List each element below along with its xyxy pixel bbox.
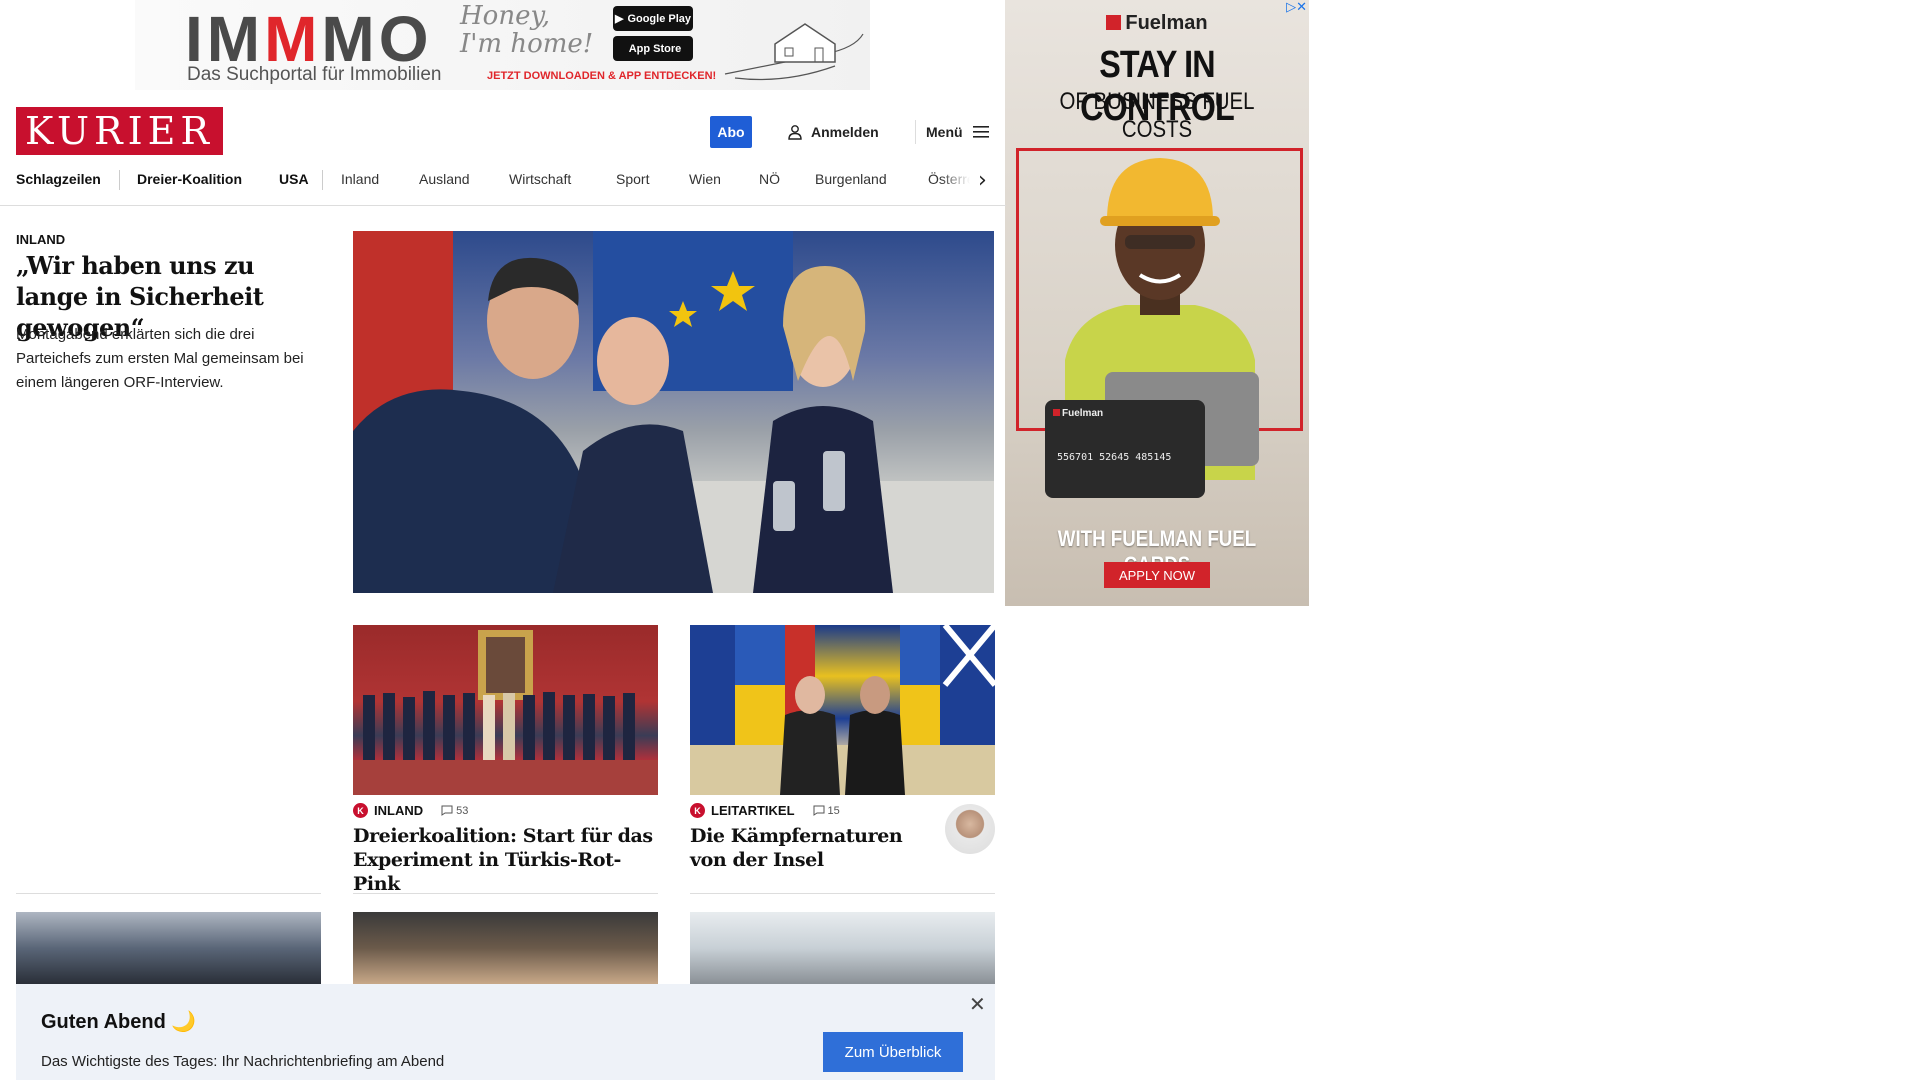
kurier-logo[interactable]: KURIER xyxy=(16,107,223,155)
lead-photo-scene xyxy=(353,231,994,593)
comment-icon xyxy=(441,805,453,816)
overview-button[interactable]: Zum Überblick xyxy=(823,1032,963,1072)
briefing-title: Guten Abend 🌙 xyxy=(41,1011,197,1033)
comment-icon xyxy=(813,805,825,816)
comment-count[interactable]: 15 xyxy=(813,805,840,817)
menu-label: Menü xyxy=(926,124,963,140)
abo-button[interactable]: Abo xyxy=(710,116,752,148)
nav-item-wirtschaft[interactable]: Wirtschaft xyxy=(509,171,571,187)
nav-divider xyxy=(119,170,120,190)
apply-now-button[interactable]: APPLY NOW xyxy=(1104,562,1210,588)
nav-divider xyxy=(322,170,323,190)
card-image-scene xyxy=(690,625,995,795)
card-title[interactable]: Dreierkoalition: Start für das Experimen… xyxy=(353,824,663,896)
comment-count[interactable]: 53 xyxy=(441,805,468,817)
nav-item-burgenland[interactable]: Burgenland xyxy=(815,171,887,187)
login-label: Anmelden xyxy=(811,124,879,140)
google-play-badge[interactable]: ▶ Google Play xyxy=(613,6,693,31)
author-avatar[interactable] xyxy=(945,804,995,854)
briefing-text: Das Wichtigste des Tages: Ihr Nachrichte… xyxy=(41,1053,445,1070)
divider xyxy=(690,893,995,894)
house-hand-icon xyxy=(724,23,864,81)
chevron-right-icon[interactable]: › xyxy=(978,168,987,193)
ad-cta[interactable]: JETZT DOWNLOADEN & APP ENTDECKEN! xyxy=(487,70,716,82)
login-link[interactable]: Anmelden xyxy=(787,120,879,144)
app-store-badge[interactable]: App Store xyxy=(613,36,693,61)
card-image-leitartikel[interactable] xyxy=(690,625,995,795)
card-kicker[interactable]: INLAND xyxy=(374,803,423,818)
lead-photo[interactable] xyxy=(353,231,994,593)
divider xyxy=(16,893,321,894)
card-title[interactable]: Die Kämpfernaturen von der Insel xyxy=(690,824,930,872)
card-meta: K LEITARTIKEL 15 xyxy=(690,803,840,818)
side-ad-banner[interactable]: ▷✕ Fuelman STAY IN CONTROL OF BUSINESS F… xyxy=(1005,0,1309,606)
hamburger-icon xyxy=(972,126,989,138)
nav-item-inland[interactable]: Inland xyxy=(341,171,379,187)
user-icon xyxy=(788,125,802,140)
briefing-banner: Guten Abend 🌙 Das Wichtigste des Tages: … xyxy=(16,984,995,1080)
ad-fuel-card: Fuelman 556701 52645 485145 xyxy=(1045,400,1205,498)
card-image-portrait[interactable] xyxy=(353,912,658,984)
top-ad-banner[interactable]: IMMMO Das Suchportal für Immobilien Hone… xyxy=(135,0,870,90)
close-icon[interactable]: ✕ xyxy=(969,992,986,1016)
lead-teaser[interactable]: Montagabend erklärten sich die drei Part… xyxy=(16,323,316,395)
fuelman-logo: Fuelman xyxy=(1005,12,1309,35)
card-meta: K INLAND 53 xyxy=(353,803,468,818)
lead-kicker[interactable]: INLAND xyxy=(16,232,65,247)
nav-item-schlagzeilen[interactable]: Schlagzeilen xyxy=(16,171,101,187)
nav-item-wien[interactable]: Wien xyxy=(689,171,721,187)
nav-item-sport[interactable]: Sport xyxy=(616,171,649,187)
nav-item-noe[interactable]: NÖ xyxy=(759,171,780,187)
card-image-police[interactable] xyxy=(16,912,321,984)
card-image-koalition[interactable] xyxy=(353,625,658,795)
k-badge-icon: K xyxy=(690,803,705,818)
card-image-mountains[interactable] xyxy=(690,912,995,984)
k-badge-icon: K xyxy=(353,803,368,818)
card-kicker[interactable]: LEITARTIKEL xyxy=(711,803,795,818)
ad-slogan: Honey, I'm home! xyxy=(460,1,594,59)
nav-item-usa[interactable]: USA xyxy=(279,171,309,187)
section-nav: Schlagzeilen Dreier-Koalition USA Inland… xyxy=(0,168,1006,206)
divider xyxy=(353,893,658,894)
play-icon: ▶ xyxy=(614,13,624,25)
header-divider xyxy=(915,120,916,144)
menu-button[interactable]: Menü xyxy=(926,120,989,144)
nav-item-dreier-koalition[interactable]: Dreier-Koalition xyxy=(137,171,242,187)
nav-item-ausland[interactable]: Ausland xyxy=(419,171,470,187)
card-image-scene xyxy=(353,630,658,795)
ad-tagline: Das Suchportal für Immobilien xyxy=(187,64,442,85)
